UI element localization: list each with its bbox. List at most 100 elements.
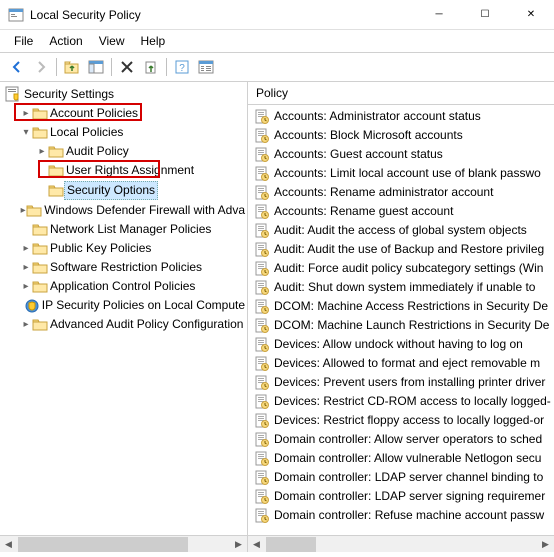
expand-caret-icon[interactable]: ▾: [20, 124, 32, 141]
content: Security Settings ▸Account Policies▾ Loca…: [0, 82, 554, 552]
policy-item[interactable]: DCOM: Machine Launch Restrictions in Sec…: [248, 316, 554, 335]
menubar: File Action View Help: [0, 30, 554, 53]
policy-item-label: Accounts: Guest account status: [274, 146, 443, 163]
policy-item-label: DCOM: Machine Access Restrictions in Sec…: [274, 298, 548, 315]
list-hscroll[interactable]: ◀ ▶: [248, 535, 554, 552]
tree-item[interactable]: IP Security Policies on Local Compute: [0, 296, 247, 315]
policy-doc-icon: [254, 508, 270, 524]
policy-item[interactable]: Audit: Audit the access of global system…: [248, 221, 554, 240]
policy-item-label: Devices: Allow undock without having to …: [274, 336, 523, 353]
menu-view[interactable]: View: [91, 32, 133, 50]
policy-item-label: Domain controller: LDAP server signing r…: [274, 488, 545, 505]
scroll-thumb[interactable]: [18, 537, 188, 552]
tree-item-label: IP Security Policies on Local Compute: [40, 297, 247, 314]
policy-item-label: Audit: Shut down system immediately if u…: [274, 279, 535, 296]
export-button[interactable]: [140, 56, 162, 78]
scroll-thumb[interactable]: [266, 537, 316, 552]
policy-doc-icon: [254, 242, 270, 258]
policy-item[interactable]: Accounts: Administrator account status: [248, 107, 554, 126]
scroll-right-icon[interactable]: ▶: [230, 536, 247, 553]
folder-icon: [32, 222, 48, 238]
tree-item[interactable]: ▾ Local Policies: [0, 123, 247, 142]
expand-caret-icon[interactable]: ▸: [20, 259, 32, 276]
tree-item[interactable]: ▸Application Control Policies: [0, 277, 247, 296]
policy-doc-icon: [254, 223, 270, 239]
tree-hscroll[interactable]: ◀ ▶: [0, 535, 247, 552]
forward-button[interactable]: [30, 56, 52, 78]
policy-doc-icon: [254, 299, 270, 315]
separator: [166, 58, 167, 76]
policy-item[interactable]: Devices: Allowed to format and eject rem…: [248, 354, 554, 373]
policy-doc-icon: [254, 147, 270, 163]
list-pane[interactable]: Policy Accounts: Administrator account s…: [248, 82, 554, 552]
policy-item[interactable]: Domain controller: LDAP server channel b…: [248, 468, 554, 487]
expand-caret-icon[interactable]: ▸: [36, 143, 48, 160]
tree-item[interactable]: User Rights Assignment: [0, 161, 247, 180]
expand-caret-icon[interactable]: ▸: [20, 278, 32, 295]
policy-item-label: Domain controller: Refuse machine accoun…: [274, 507, 544, 524]
tree-root[interactable]: Security Settings: [0, 84, 247, 104]
close-button[interactable]: ✕: [508, 0, 554, 30]
policy-item[interactable]: Accounts: Block Microsoft accounts: [248, 126, 554, 145]
help-button[interactable]: ?: [171, 56, 193, 78]
policy-item[interactable]: Accounts: Limit local account use of bla…: [248, 164, 554, 183]
expand-caret-icon[interactable]: ▸: [20, 105, 32, 122]
policy-doc-icon: [254, 128, 270, 144]
policy-item-label: DCOM: Machine Launch Restrictions in Sec…: [274, 317, 549, 334]
folder-icon: [32, 241, 48, 257]
policy-doc-icon: [254, 394, 270, 410]
separator: [111, 58, 112, 76]
policy-item-label: Devices: Allowed to format and eject rem…: [274, 355, 540, 372]
policy-item[interactable]: Accounts: Guest account status: [248, 145, 554, 164]
column-header-policy[interactable]: Policy: [248, 82, 554, 105]
tree-item[interactable]: ▸Public Key Policies: [0, 239, 247, 258]
properties-button[interactable]: [195, 56, 217, 78]
scroll-left-icon[interactable]: ◀: [0, 536, 17, 553]
policy-item[interactable]: Accounts: Rename administrator account: [248, 183, 554, 202]
policy-item[interactable]: Audit: Force audit policy subcategory se…: [248, 259, 554, 278]
maximize-button[interactable]: ☐: [462, 0, 508, 30]
delete-button[interactable]: [116, 56, 138, 78]
tree-item[interactable]: ▸Advanced Audit Policy Configuration: [0, 315, 247, 334]
tree-item[interactable]: ▸Software Restriction Policies: [0, 258, 247, 277]
policy-item-label: Audit: Audit the use of Backup and Resto…: [274, 241, 544, 258]
expand-caret-icon[interactable]: ▸: [20, 240, 32, 257]
scroll-right-icon[interactable]: ▶: [537, 536, 554, 553]
tree-item[interactable]: Network List Manager Policies: [0, 220, 247, 239]
policy-item[interactable]: Devices: Restrict CD-ROM access to local…: [248, 392, 554, 411]
tree-item[interactable]: ▸Audit Policy: [0, 142, 247, 161]
policy-item[interactable]: Devices: Prevent users from installing p…: [248, 373, 554, 392]
expand-caret-icon[interactable]: ▸: [20, 316, 32, 333]
policy-item[interactable]: Domain controller: Refuse machine accoun…: [248, 506, 554, 525]
policy-item[interactable]: Domain controller: Allow vulnerable Netl…: [248, 449, 554, 468]
separator: [56, 58, 57, 76]
back-button[interactable]: [6, 56, 28, 78]
policy-item-label: Audit: Audit the access of global system…: [274, 222, 527, 239]
policy-item[interactable]: Accounts: Rename guest account: [248, 202, 554, 221]
policy-item[interactable]: Audit: Audit the use of Backup and Resto…: [248, 240, 554, 259]
folder-icon: [26, 203, 42, 219]
tree-item[interactable]: ▸Account Policies: [0, 104, 247, 123]
tree-item[interactable]: Security Options: [0, 180, 247, 201]
tree-item[interactable]: ▸Windows Defender Firewall with Adva: [0, 201, 247, 220]
show-hide-tree-button[interactable]: [85, 56, 107, 78]
policy-item[interactable]: Domain controller: Allow server operator…: [248, 430, 554, 449]
tree-item-label: Local Policies: [48, 124, 125, 141]
policy-item[interactable]: Domain controller: LDAP server signing r…: [248, 487, 554, 506]
policy-doc-icon: [254, 261, 270, 277]
scroll-left-icon[interactable]: ◀: [248, 536, 265, 553]
policy-item[interactable]: DCOM: Machine Access Restrictions in Sec…: [248, 297, 554, 316]
policy-item[interactable]: Devices: Allow undock without having to …: [248, 335, 554, 354]
tree-pane[interactable]: Security Settings ▸Account Policies▾ Loca…: [0, 82, 248, 552]
minimize-button[interactable]: ─: [416, 0, 462, 30]
policy-doc-icon: [254, 204, 270, 220]
policy-item[interactable]: Audit: Shut down system immediately if u…: [248, 278, 554, 297]
policy-doc-icon: [254, 166, 270, 182]
menu-help[interactable]: Help: [133, 32, 174, 50]
policy-doc-icon: [254, 109, 270, 125]
up-level-button[interactable]: [61, 56, 83, 78]
menu-action[interactable]: Action: [41, 32, 90, 50]
policy-item-label: Devices: Restrict CD-ROM access to local…: [274, 393, 551, 410]
policy-item[interactable]: Devices: Restrict floppy access to local…: [248, 411, 554, 430]
menu-file[interactable]: File: [6, 32, 41, 50]
